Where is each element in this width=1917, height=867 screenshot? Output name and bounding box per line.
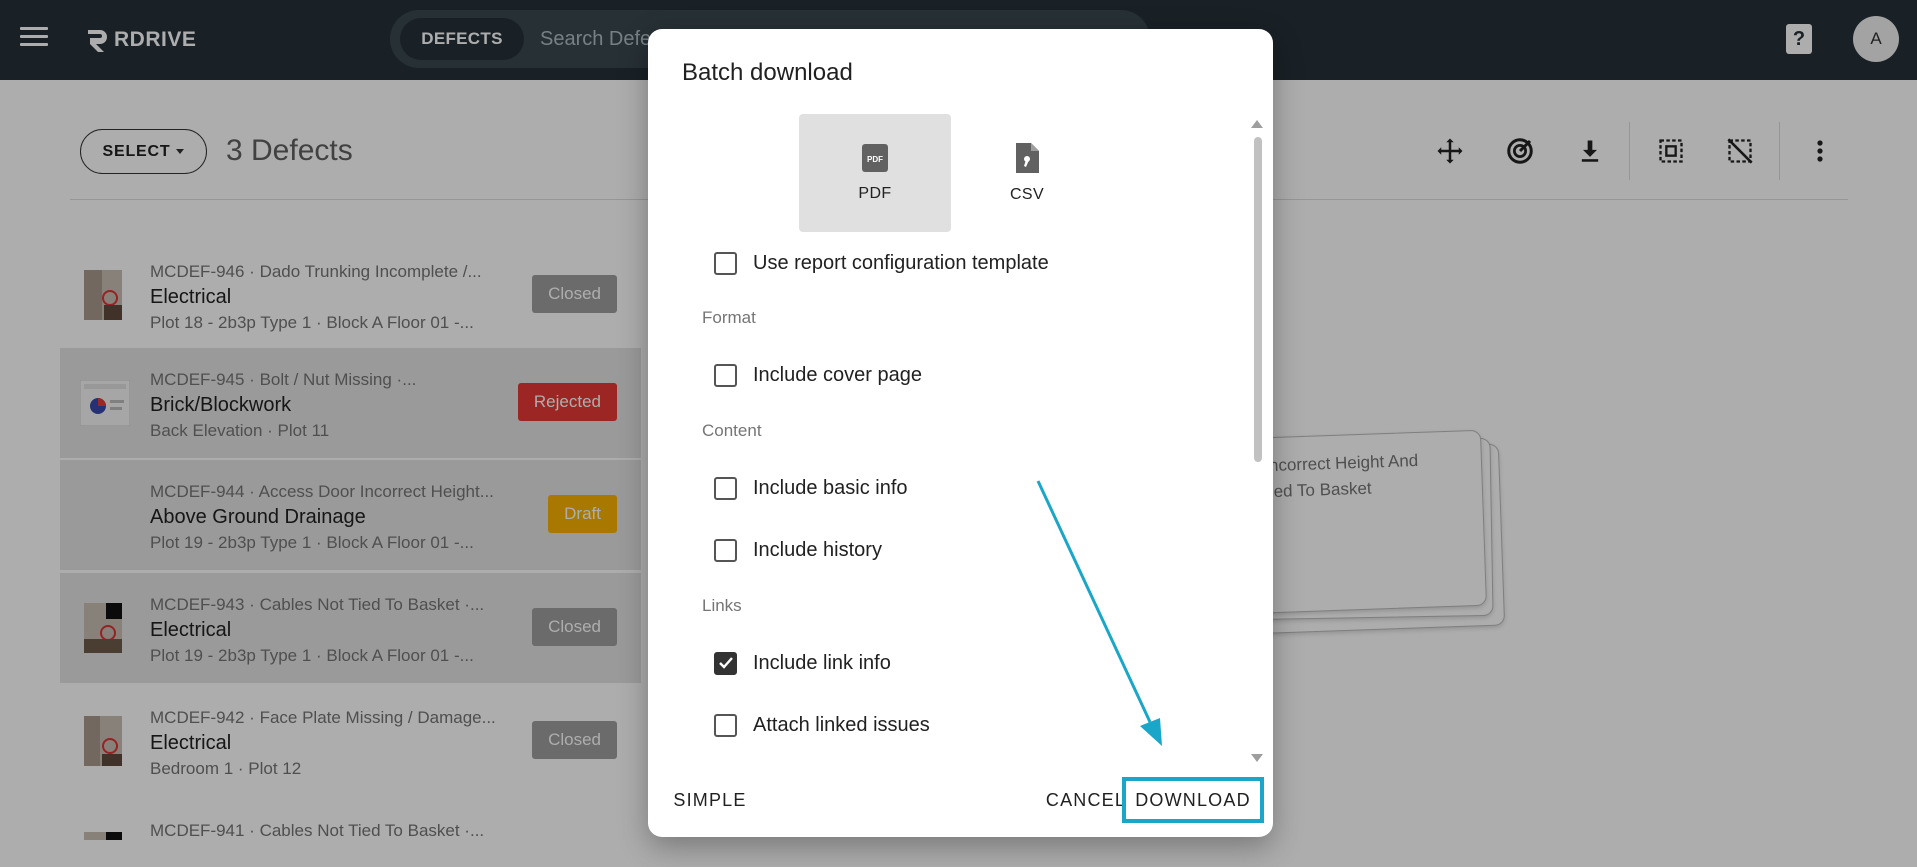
checkbox-label: Include cover page (753, 363, 923, 386)
simple-button[interactable]: SIMPLE (666, 777, 754, 823)
batch-download-dialog: Batch download PDF PDF CSV Use report co… (648, 29, 1273, 837)
download-button[interactable]: DOWNLOAD (1122, 777, 1264, 823)
checkbox-unchecked[interactable] (714, 363, 737, 387)
svg-text:PDF: PDF (867, 155, 883, 164)
checkbox-label: Use report configuration template (753, 251, 1049, 274)
format-label: PDF (858, 185, 892, 202)
section-heading-content: Content (702, 421, 762, 440)
include-cover-page-checkbox[interactable]: Include cover page (714, 360, 922, 390)
include-link-info-checkbox[interactable]: Include link info (714, 648, 891, 678)
include-basic-info-checkbox[interactable]: Include basic info (714, 473, 908, 503)
scroll-down-arrow-icon[interactable] (1251, 754, 1263, 762)
checkbox-label: Attach linked issues (753, 713, 930, 736)
section-heading-links: Links (702, 596, 742, 615)
checkbox-checked[interactable] (714, 651, 737, 675)
scrollbar-thumb[interactable] (1254, 137, 1262, 462)
include-history-checkbox[interactable]: Include history (714, 535, 882, 565)
checkbox-label: Include basic info (753, 476, 908, 499)
checkbox-unchecked[interactable] (714, 713, 737, 737)
format-label: CSV (1009, 186, 1045, 203)
attach-linked-issues-checkbox[interactable]: Attach linked issues (714, 710, 930, 740)
checkbox-unchecked[interactable] (714, 476, 737, 500)
checkbox-unchecked[interactable] (714, 538, 737, 562)
csv-file-icon (1016, 143, 1039, 173)
pdf-file-icon: PDF (862, 144, 888, 172)
format-option-csv[interactable]: CSV (951, 114, 1103, 232)
checkbox-label: Include history (753, 538, 882, 561)
check-icon (718, 657, 733, 669)
dialog-title: Batch download (682, 59, 853, 86)
format-option-pdf[interactable]: PDF PDF (799, 114, 951, 232)
use-template-checkbox[interactable]: Use report configuration template (714, 248, 1049, 278)
section-heading-format: Format (702, 308, 756, 327)
checkbox-label: Include link info (753, 651, 891, 674)
scroll-up-arrow-icon[interactable] (1251, 120, 1263, 128)
checkbox-unchecked[interactable] (714, 251, 737, 275)
